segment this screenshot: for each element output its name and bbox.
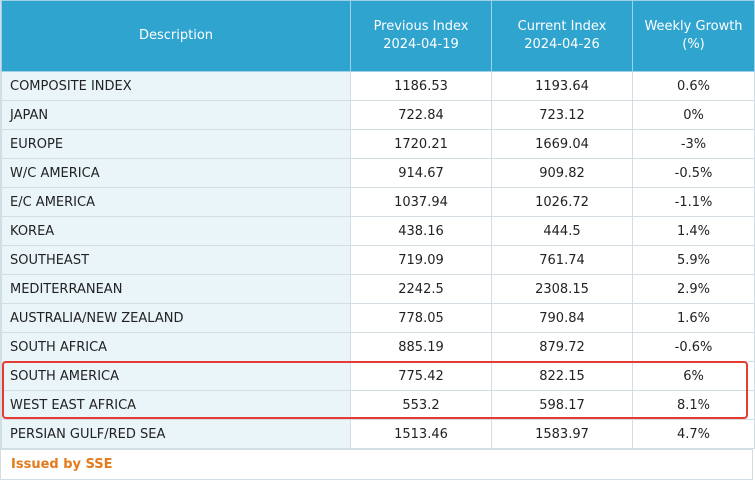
row-description: WEST EAST AFRICA	[1, 390, 351, 420]
freight-index-table: Description Previous Index 2024-04-19 Cu…	[1, 0, 755, 449]
row-weekly-growth: 5.9%	[632, 245, 755, 275]
weekly-growth-header-unit: (%)	[682, 37, 705, 52]
table-row: SOUTH AFRICA 885.19 879.72 -0.6%	[1, 332, 755, 362]
column-header-previous-index: Previous Index 2024-04-19	[350, 0, 492, 72]
row-current-index: 761.74	[491, 245, 633, 275]
row-description: E/C AMERICA	[1, 187, 351, 217]
row-weekly-growth: 4.7%	[632, 419, 755, 449]
table-row: AUSTRALIA/NEW ZEALAND 778.05 790.84 1.6%	[1, 303, 755, 333]
row-description: SOUTH AMERICA	[1, 361, 351, 391]
table-row: PERSIAN GULF/RED SEA 1513.46 1583.97 4.7…	[1, 419, 755, 449]
row-weekly-growth: 1.6%	[632, 303, 755, 333]
row-description: SOUTH AFRICA	[1, 332, 351, 362]
issued-by-label: Issued by SSE	[11, 457, 113, 472]
table-row: WEST EAST AFRICA 553.2 598.17 8.1%	[1, 390, 755, 420]
row-current-index: 1026.72	[491, 187, 633, 217]
table-row: E/C AMERICA 1037.94 1026.72 -1.1%	[1, 187, 755, 217]
row-description: PERSIAN GULF/RED SEA	[1, 419, 351, 449]
row-weekly-growth: -0.5%	[632, 158, 755, 188]
table-row: EUROPE 1720.21 1669.04 -3%	[1, 129, 755, 159]
row-current-index: 1583.97	[491, 419, 633, 449]
table-header-row: Description Previous Index 2024-04-19 Cu…	[1, 0, 755, 72]
row-description: SOUTHEAST	[1, 245, 351, 275]
row-weekly-growth: -3%	[632, 129, 755, 159]
row-weekly-growth: 0.6%	[632, 71, 755, 101]
row-weekly-growth: -0.6%	[632, 332, 755, 362]
row-previous-index: 914.67	[350, 158, 492, 188]
row-weekly-growth: 6%	[632, 361, 755, 391]
row-current-index: 1669.04	[491, 129, 633, 159]
row-description: JAPAN	[1, 100, 351, 130]
row-previous-index: 1513.46	[350, 419, 492, 449]
row-weekly-growth: 0%	[632, 100, 755, 130]
row-previous-index: 719.09	[350, 245, 492, 275]
row-current-index: 598.17	[491, 390, 633, 420]
row-description: COMPOSITE INDEX	[1, 71, 351, 101]
table-footer: Issued by SSE	[0, 449, 753, 480]
row-weekly-growth: 8.1%	[632, 390, 755, 420]
row-current-index: 444.5	[491, 216, 633, 246]
table-row: JAPAN 722.84 723.12 0%	[1, 100, 755, 130]
row-previous-index: 438.16	[350, 216, 492, 246]
current-index-header-label: Current Index	[517, 19, 607, 34]
row-previous-index: 1186.53	[350, 71, 492, 101]
row-description: W/C AMERICA	[1, 158, 351, 188]
column-header-weekly-growth: Weekly Growth (%)	[632, 0, 755, 72]
index-table-container: Description Previous Index 2024-04-19 Cu…	[0, 0, 755, 449]
table-row: COMPOSITE INDEX 1186.53 1193.64 0.6%	[1, 71, 755, 101]
table-row: MEDITERRANEAN 2242.5 2308.15 2.9%	[1, 274, 755, 304]
table-row: SOUTH AMERICA 775.42 822.15 6%	[1, 361, 755, 391]
row-previous-index: 722.84	[350, 100, 492, 130]
row-previous-index: 553.2	[350, 390, 492, 420]
row-current-index: 1193.64	[491, 71, 633, 101]
row-description: AUSTRALIA/NEW ZEALAND	[1, 303, 351, 333]
row-current-index: 723.12	[491, 100, 633, 130]
row-current-index: 790.84	[491, 303, 633, 333]
row-weekly-growth: 1.4%	[632, 216, 755, 246]
column-header-current-index: Current Index 2024-04-26	[491, 0, 633, 72]
row-previous-index: 778.05	[350, 303, 492, 333]
row-previous-index: 1720.21	[350, 129, 492, 159]
description-header-label: Description	[138, 28, 214, 43]
row-previous-index: 885.19	[350, 332, 492, 362]
row-current-index: 879.72	[491, 332, 633, 362]
row-previous-index: 2242.5	[350, 274, 492, 304]
row-current-index: 822.15	[491, 361, 633, 391]
row-description: KOREA	[1, 216, 351, 246]
previous-index-header-date: 2024-04-19	[383, 37, 459, 52]
previous-index-header-label: Previous Index	[373, 19, 469, 34]
current-index-header-date: 2024-04-26	[524, 37, 600, 52]
row-description: MEDITERRANEAN	[1, 274, 351, 304]
table-row: W/C AMERICA 914.67 909.82 -0.5%	[1, 158, 755, 188]
table-row: SOUTHEAST 719.09 761.74 5.9%	[1, 245, 755, 275]
weekly-growth-header-label: Weekly Growth	[644, 19, 743, 34]
row-previous-index: 775.42	[350, 361, 492, 391]
row-description: EUROPE	[1, 129, 351, 159]
table-row: KOREA 438.16 444.5 1.4%	[1, 216, 755, 246]
column-header-description: Description	[1, 0, 351, 72]
row-current-index: 2308.15	[491, 274, 633, 304]
row-current-index: 909.82	[491, 158, 633, 188]
row-weekly-growth: 2.9%	[632, 274, 755, 304]
row-weekly-growth: -1.1%	[632, 187, 755, 217]
row-previous-index: 1037.94	[350, 187, 492, 217]
